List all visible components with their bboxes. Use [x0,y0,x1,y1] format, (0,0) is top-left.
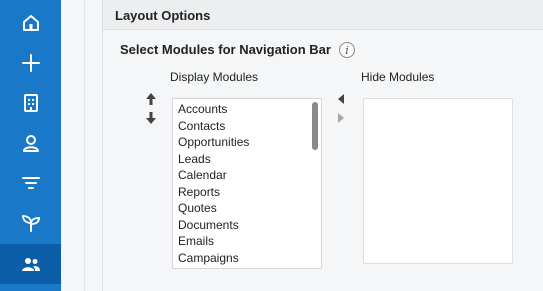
arrow-up-icon [146,93,156,105]
triangle-right-icon [338,113,344,123]
sidebar-item-plant[interactable] [0,203,61,243]
users-icon [21,258,40,271]
list-item[interactable]: Emails [173,233,321,250]
display-modules-list[interactable]: Accounts Contacts Opportunities Leads Ca… [172,98,322,269]
move-to-hide-button[interactable] [333,110,349,126]
info-icon[interactable]: i [339,42,355,58]
content-gutter [61,0,85,291]
display-modules-label: Display Modules [170,70,259,84]
section-header: Layout Options [103,0,543,30]
modules-subtitle: Select Modules for Navigation Bar [120,42,331,57]
sidebar-item-contacts[interactable] [0,123,61,163]
home-icon [22,15,39,31]
filter-icon [21,177,40,189]
sidebar-item-create[interactable] [0,43,61,83]
plus-icon [21,54,40,72]
layout-options-panel: Layout Options Select Modules for Naviga… [102,0,543,291]
move-up-button[interactable] [143,91,159,107]
hide-modules-label: Hide Modules [361,70,435,84]
list-item[interactable]: Quotes [173,200,321,217]
list-item[interactable]: Opportunities [173,134,321,151]
move-down-button[interactable] [143,110,159,126]
display-list-scrollbar[interactable] [312,102,318,150]
triangle-left-icon [338,94,344,104]
list-item[interactable]: Calendar [173,167,321,184]
list-item[interactable]: Contacts [173,118,321,135]
list-item[interactable]: Documents [173,217,321,234]
hide-modules-list[interactable] [363,98,513,264]
building-icon [23,94,38,112]
list-item[interactable]: Campaigns [173,250,321,267]
list-item[interactable]: Leads [173,151,321,168]
list-item[interactable]: Accounts [173,101,321,118]
sprout-icon [21,215,40,232]
sidebar-item-filter[interactable] [0,163,61,203]
sidebar-item-accounts[interactable] [0,83,61,123]
main-content: Layout Options Select Modules for Naviga… [85,0,543,291]
move-to-display-button[interactable] [333,91,349,107]
user-icon [22,135,39,152]
sidebar-item-employees[interactable] [0,244,61,284]
sidebar-item-home[interactable] [0,3,61,43]
arrow-down-icon [146,112,156,124]
section-title: Layout Options [115,8,211,23]
left-sidebar [0,0,61,291]
list-item[interactable]: Reports [173,184,321,201]
